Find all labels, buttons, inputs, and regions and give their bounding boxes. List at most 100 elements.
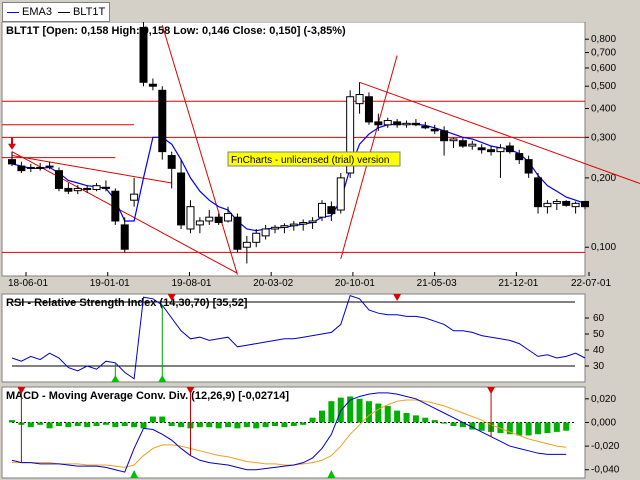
macd-histogram-bar [384, 405, 391, 423]
macd-histogram-bar [178, 422, 185, 428]
candle-body [440, 130, 449, 142]
candle-body [477, 147, 486, 151]
candle-body [167, 155, 176, 169]
legend-item-ema3: EMA3 [7, 6, 52, 18]
macd-histogram-bar [131, 422, 138, 428]
candle-body [92, 185, 101, 191]
candle-body [336, 177, 345, 211]
macd-histogram-bar [290, 422, 297, 426]
candle [158, 86, 167, 160]
candle-body [242, 241, 251, 248]
macd-histogram-bar [262, 422, 269, 428]
candle [111, 188, 120, 225]
macd-title: MACD - Moving Average Conv. Div. (12,26,… [6, 390, 289, 402]
candle-body [261, 228, 270, 237]
macd-histogram-bar [168, 422, 175, 426]
candle-body [289, 223, 298, 227]
watermark-text: FnCharts - unlicensed (trial) version [231, 155, 389, 166]
price-ytick-label: 0,300 [591, 132, 616, 143]
price-xtick-label: 22-07-01 [571, 278, 611, 289]
macd-histogram-bar [478, 422, 485, 431]
candle-body [54, 170, 63, 189]
candle [54, 167, 63, 192]
legend-label-blt1t: BLT1T [72, 6, 106, 18]
candle [336, 172, 345, 214]
macd-histogram-bar [225, 422, 232, 428]
candle-body [543, 202, 552, 208]
candle-body [195, 220, 204, 226]
legend-item-blt1t: BLT1T [57, 6, 106, 18]
legend-swatch-ema3 [7, 11, 19, 13]
candle-body [402, 122, 411, 126]
macd-histogram-bar [441, 422, 448, 424]
rsi-title: RSI - Relative Strength Index (14,30,70)… [6, 297, 248, 309]
macd-histogram-bar [535, 422, 542, 435]
price-xtick-label: 21-05-03 [417, 278, 457, 289]
macd-histogram-bar [281, 422, 288, 428]
candle-body [421, 125, 430, 129]
candle-body [524, 159, 533, 174]
candle-body [496, 147, 505, 153]
macd-histogram-bar [365, 401, 372, 423]
macd-ytick-label: -0,040 [591, 465, 620, 476]
price-ytick-label: 0,700 [591, 48, 616, 59]
candle-body [120, 224, 129, 250]
legend: EMA3 BLT1T [2, 2, 111, 22]
candle-body [383, 119, 392, 126]
macd-histogram-bar [121, 422, 128, 426]
candle-body [111, 190, 120, 222]
macd-histogram-bar [206, 422, 213, 428]
candle-body [205, 216, 214, 222]
macd-histogram-bar [553, 422, 560, 432]
candle-body [158, 89, 167, 153]
legend-swatch-blt1t [57, 11, 70, 13]
candle-body [186, 206, 195, 230]
candle-body [562, 200, 571, 206]
candle-body [355, 94, 364, 105]
macd-histogram-bar [234, 422, 241, 429]
legend-label-ema3: EMA3 [22, 6, 52, 18]
price-ytick-label: 0,500 [591, 81, 616, 92]
macd-histogram-bar [159, 416, 166, 423]
macd-histogram-bar [65, 422, 72, 428]
price-xtick-label: 20-10-01 [335, 278, 375, 289]
macd-histogram-bar [112, 422, 119, 428]
macd-histogram-bar [431, 420, 438, 423]
macd-histogram-bar [93, 422, 100, 426]
candle-body [45, 165, 54, 168]
price-xtick-label: 18-06-01 [8, 278, 48, 289]
macd-histogram-bar [422, 417, 429, 423]
candle-body [308, 220, 317, 224]
macd-histogram-bar [27, 422, 34, 428]
macd-histogram-bar [412, 415, 419, 423]
macd-histogram-bar [55, 422, 62, 426]
macd-ytick-label: 0,020 [591, 394, 616, 405]
rsi-ytick-label: 50 [593, 329, 605, 340]
candle-body [581, 200, 589, 208]
macd-histogram-bar [403, 413, 410, 423]
candle-body [571, 202, 580, 208]
candle-body [139, 26, 148, 83]
macd-histogram-bar [102, 422, 109, 425]
macd-histogram-bar [149, 416, 156, 423]
macd-histogram-bar [243, 422, 250, 428]
macd-histogram-bar [140, 422, 147, 429]
price-xtick-label: 21-12-01 [498, 278, 538, 289]
candle-body [327, 206, 336, 215]
candle-body [393, 121, 402, 126]
macd-histogram-bar [9, 420, 15, 423]
candle-body [430, 128, 439, 132]
macd-ytick-label: 0,000 [591, 417, 616, 428]
price-ytick-label: 0,200 [591, 173, 616, 184]
candle-body [280, 225, 289, 228]
macd-histogram-bar [37, 422, 44, 425]
price-xtick-label: 20-03-02 [253, 278, 293, 289]
price-xtick-label: 19-01-01 [90, 278, 130, 289]
rsi-ytick-label: 60 [593, 313, 605, 324]
rsi-ytick-label: 30 [593, 361, 605, 372]
price-ytick-label: 0,100 [591, 242, 616, 253]
candle-body [8, 159, 16, 165]
macd-panel: MACD - Moving Average Conv. Div. (12,26,… [1, 386, 620, 479]
macd-histogram-bar [215, 422, 222, 429]
macd-histogram-bar [563, 422, 570, 431]
